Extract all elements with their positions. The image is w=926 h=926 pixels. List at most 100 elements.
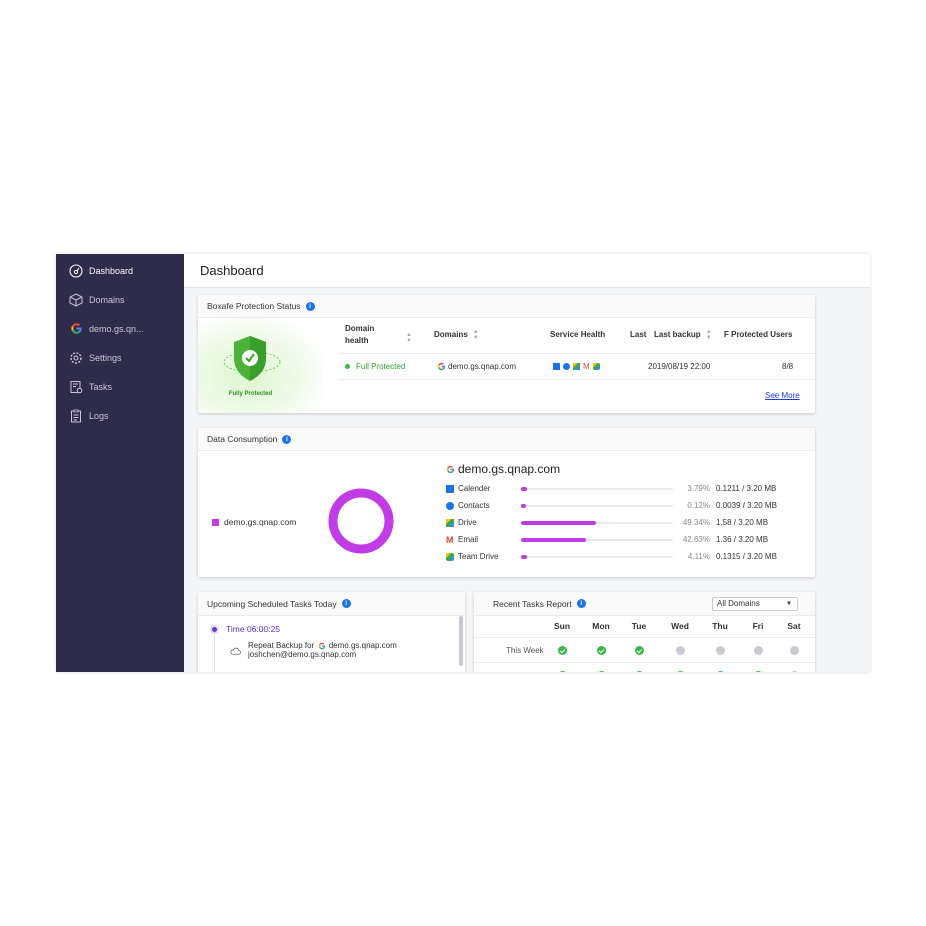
gear-icon	[68, 350, 84, 366]
status-badge: Full Protected	[345, 362, 405, 371]
card-title: Upcoming Scheduled Tasks Today	[207, 598, 337, 609]
app-window: Dashboard Domains demo.gs.qn... Settings…	[56, 254, 870, 672]
dashboard-icon	[68, 263, 84, 279]
status-dot-icon	[345, 364, 350, 370]
protection-status-card: Boxafe Protection Status i Fully Protect…	[198, 295, 815, 413]
usage-bar-fill	[521, 538, 586, 542]
service-row-team-drive: Team Drive 4.11% 0.1315 / 3.20 MB	[446, 552, 786, 566]
sidebar-item-tasks[interactable]: Tasks	[56, 372, 184, 401]
scrollbar[interactable]	[459, 616, 463, 666]
service-row-contacts: Contacts 0.12% 0.0039 / 3.20 MB	[446, 501, 786, 515]
sidebar-item-settings[interactable]: Settings	[56, 343, 184, 372]
cloud-icon	[230, 647, 241, 655]
drive-icon	[446, 519, 454, 527]
days-header: Sun Mon Tue Wed Thu Fri Sat	[474, 616, 815, 638]
team-drive-icon	[592, 363, 600, 371]
upcoming-tasks-card: Upcoming Scheduled Tasks Today i Time 06…	[198, 592, 465, 672]
task-description[interactable]: Repeat Backup for demo.gs.qnap.com joshc…	[248, 641, 397, 659]
usage-bar	[521, 555, 673, 559]
shield-check-icon	[223, 336, 281, 381]
info-icon[interactable]: i	[341, 599, 351, 608]
status-success-icon	[597, 671, 606, 672]
sidebar-item-domains[interactable]: Domains	[56, 285, 184, 314]
status-none-icon	[790, 646, 799, 655]
chart-legend-item[interactable]: demo.gs.qnap.com	[212, 517, 296, 527]
card-title: Boxafe Protection Status	[207, 301, 301, 311]
sidebar-item-label: demo.gs.qn...	[89, 323, 144, 334]
fully-protected-label: Fully Protected	[228, 391, 273, 397]
calendar-icon	[446, 485, 454, 493]
col-last-backup[interactable]: Last backup ▲ ▼	[654, 329, 712, 341]
donut-ring	[328, 488, 394, 554]
service-row-email: M Email 42.63% 1.36 / 3.20 MB	[446, 535, 769, 545]
gmail-icon: M	[583, 362, 590, 372]
status-success-icon	[558, 646, 567, 655]
table-row	[474, 664, 815, 672]
status-none-icon	[676, 646, 685, 655]
sort-icon[interactable]: ▲ ▼	[706, 329, 712, 341]
table-row: This Week	[474, 639, 815, 663]
see-more-link[interactable]: See More	[765, 391, 800, 400]
day-label: Mon	[592, 621, 610, 631]
team-drive-icon	[446, 553, 454, 561]
usage-bar-fill	[521, 504, 526, 508]
status-success-icon	[558, 671, 567, 672]
status-success-icon	[716, 671, 725, 672]
status-success-icon	[635, 646, 644, 655]
donut-chart	[328, 488, 394, 554]
sidebar-item-logs[interactable]: Logs	[56, 401, 184, 430]
sidebar-item-label: Domains	[89, 294, 125, 305]
protection-illustration: Fully Protected	[198, 318, 323, 413]
status-success-icon	[754, 671, 763, 672]
row-label: This Week	[506, 646, 544, 655]
domain-title: demo.gs.qnap.com	[446, 462, 560, 476]
page-title: Dashboard	[200, 263, 264, 278]
sidebar-item-label: Logs	[89, 410, 109, 421]
info-icon[interactable]: i	[305, 301, 315, 311]
top-bar: Dashboard	[184, 254, 870, 288]
status-none-icon	[754, 646, 763, 655]
timeline-dot	[212, 627, 217, 632]
gmail-icon: M	[446, 535, 454, 545]
calendar-icon	[553, 363, 560, 371]
sidebar-item-dashboard[interactable]: Dashboard	[56, 256, 184, 285]
col-domains[interactable]: Domains ▲ ▼	[434, 329, 479, 341]
clipboard-icon	[68, 408, 84, 424]
sort-icon[interactable]: ▲ ▼	[406, 332, 412, 344]
usage-bar	[521, 521, 673, 525]
usage-bar-fill	[521, 521, 596, 525]
day-label: Tue	[631, 621, 647, 631]
day-label: Wed	[671, 621, 689, 631]
col-service-health[interactable]: Service Health	[550, 329, 605, 341]
status-success-icon	[597, 646, 606, 655]
sidebar-item-label: Tasks	[89, 381, 113, 392]
col-last[interactable]: Last	[630, 329, 646, 341]
col-protected-users[interactable]: F Protected Users	[724, 329, 792, 341]
sidebar: Dashboard Domains demo.gs.qn... Settings…	[56, 254, 184, 672]
service-row-calendar: Calender 3.79% 0.1211 / 3.20 MB	[446, 484, 786, 498]
info-icon[interactable]: i	[282, 434, 292, 444]
domain-filter-select[interactable]: All Domains ▼	[712, 597, 798, 611]
card-title: Recent Tasks Report	[493, 598, 572, 609]
card-header: Upcoming Scheduled Tasks Today i	[198, 592, 465, 616]
contacts-icon	[446, 502, 454, 510]
col-domain-health[interactable]: Domain health	[345, 323, 395, 347]
info-icon[interactable]: i	[576, 599, 586, 608]
usage-bar-fill	[521, 487, 527, 491]
status-none-icon	[716, 646, 725, 655]
usage-bar	[521, 504, 673, 508]
legend-swatch	[212, 519, 219, 527]
sidebar-item-domain-demo[interactable]: demo.gs.qn...	[56, 314, 184, 343]
google-icon	[318, 642, 325, 650]
google-icon	[446, 466, 455, 474]
sort-icon[interactable]: ▲ ▼	[473, 329, 479, 341]
card-header: Data Consumption i	[198, 428, 815, 451]
timeline-line	[214, 635, 215, 672]
usage-bar	[521, 538, 673, 542]
drive-icon	[573, 363, 580, 371]
domain-cell: demo.gs.qnap.com	[437, 362, 516, 371]
sidebar-item-label: Settings	[89, 352, 122, 363]
protected-users-cell: 8/8	[782, 362, 794, 371]
card-header: Boxafe Protection Status i	[198, 295, 815, 318]
google-icon	[437, 363, 446, 371]
